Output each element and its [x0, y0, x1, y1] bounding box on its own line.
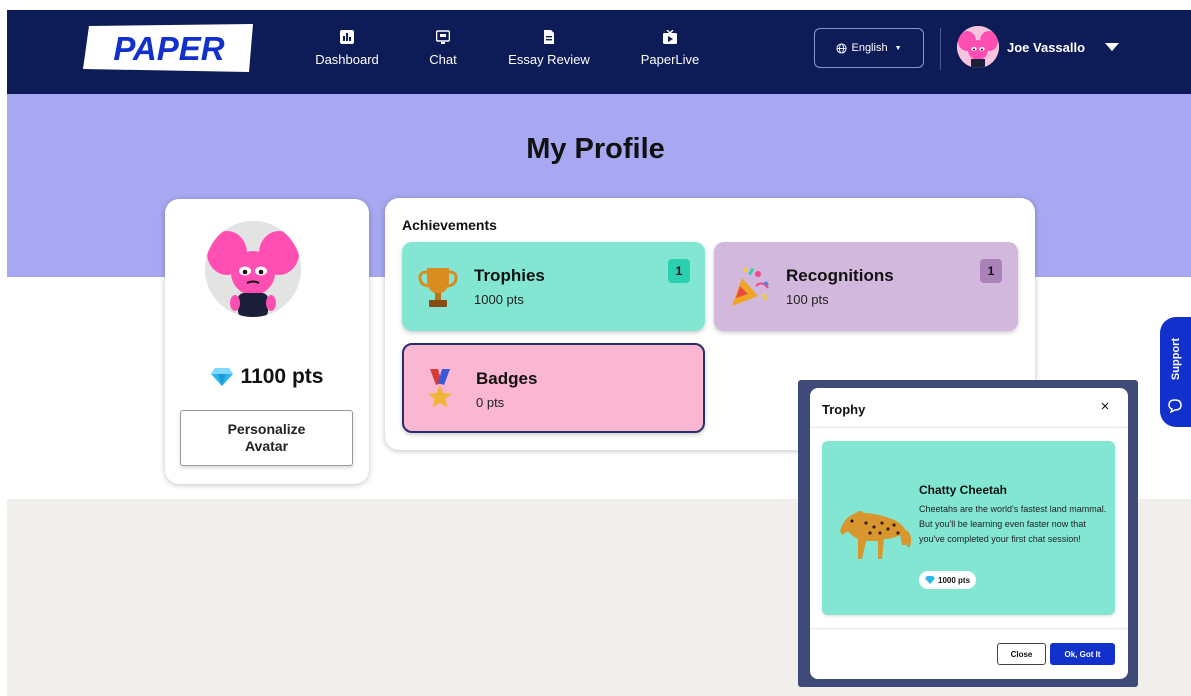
trophy-modal: Trophy × Chatty Cheetah Cheetahs are the…	[810, 388, 1128, 679]
party-popper-icon	[732, 267, 769, 306]
trophies-label: Trophies	[474, 266, 545, 285]
chat-screen-icon	[436, 30, 450, 44]
user-menu[interactable]: Joe Vassallo	[957, 26, 1120, 68]
achievements-title: Achievements	[402, 217, 497, 233]
award-description: Cheetahs are the world's fastest land ma…	[919, 504, 1107, 544]
chevron-down-icon	[1105, 43, 1120, 51]
trophies-points: 1000 pts	[474, 292, 524, 307]
support-label: Support	[1169, 337, 1182, 381]
achievement-tile-recognitions[interactable]: Recognitions 100 pts 1	[714, 242, 1018, 331]
recognitions-count-badge: 1	[980, 259, 1002, 283]
avatar-image	[205, 221, 301, 317]
nav-divider	[940, 28, 941, 70]
profile-points: 1100 pts	[165, 365, 369, 389]
nav-paperlive-label: PaperLive	[640, 52, 700, 67]
nav-essay-review-label: Essay Review	[508, 52, 590, 67]
award-points-pill: 1000 pts	[919, 571, 977, 589]
badges-label: Badges	[476, 369, 538, 388]
page-title: My Profile	[526, 133, 665, 165]
globe-icon	[836, 42, 848, 54]
avatar	[205, 221, 301, 317]
close-button[interactable]: Close	[997, 643, 1046, 665]
nav-chat[interactable]: Chat	[393, 30, 493, 67]
achievement-tile-trophies[interactable]: Trophies 1000 pts 1	[402, 242, 705, 331]
award-points: 1000 pts	[938, 575, 971, 585]
modal-title: Trophy	[822, 402, 866, 417]
award-name: Chatty Cheetah	[919, 483, 1008, 497]
achievement-tile-badges[interactable]: Badges 0 pts	[402, 343, 705, 433]
avatar	[957, 26, 999, 68]
modal-footer-divider	[810, 628, 1128, 629]
document-icon	[544, 30, 554, 44]
personalize-avatar-button[interactable]: Personalize Avatar	[180, 410, 353, 466]
support-tab[interactable]: Support	[1160, 317, 1191, 427]
diamond-icon	[210, 368, 233, 386]
profile-card: 1100 pts Personalize Avatar	[165, 199, 369, 484]
diamond-icon	[925, 576, 935, 584]
award-card: Chatty Cheetah Cheetahs are the world's …	[822, 441, 1115, 615]
recognitions-points: 100 pts	[786, 292, 829, 307]
cheetah-icon	[840, 511, 912, 559]
nav-paperlive[interactable]: PaperLive	[620, 30, 720, 67]
paper-logo[interactable]: PAPER	[83, 24, 255, 72]
bar-chart-icon	[340, 30, 354, 44]
chat-bubble-icon	[1168, 399, 1182, 413]
language-select[interactable]: English ▼	[814, 28, 924, 68]
chevron-down-icon: ▼	[894, 44, 902, 52]
nav-chat-label: Chat	[429, 52, 457, 67]
tv-play-icon	[663, 30, 677, 44]
medal-icon	[428, 369, 452, 408]
trophy-icon	[418, 268, 458, 307]
ok-got-it-button[interactable]: Ok, Got It	[1050, 643, 1115, 665]
modal-divider	[810, 427, 1128, 428]
close-icon[interactable]: ×	[1096, 398, 1114, 416]
language-label: English	[851, 42, 888, 54]
top-nav: PAPER Dashboard Chat Essay Review PaperL…	[7, 10, 1191, 94]
badges-points: 0 pts	[476, 395, 505, 410]
nav-dashboard[interactable]: Dashboard	[297, 30, 397, 67]
avatar-image	[957, 26, 999, 68]
trophies-count-badge: 1	[668, 259, 690, 283]
recognitions-label: Recognitions	[786, 266, 894, 285]
logo-text: PAPER	[113, 30, 224, 67]
nav-essay-review[interactable]: Essay Review	[499, 30, 599, 67]
nav-dashboard-label: Dashboard	[315, 52, 379, 67]
user-name: Joe Vassallo	[1007, 39, 1086, 55]
profile-points-value: 1100 pts	[240, 365, 324, 388]
